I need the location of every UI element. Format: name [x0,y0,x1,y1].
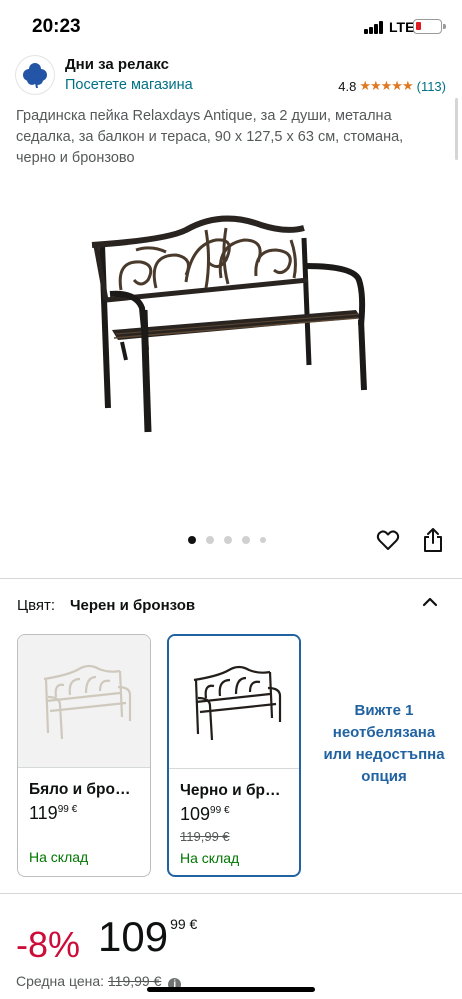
rating-score: 4.8 [338,78,357,94]
product-image[interactable] [76,200,386,450]
section-divider [0,893,462,894]
rating[interactable]: 4.8 ★★★★★ (113) [338,78,446,94]
variant-card-white[interactable]: Бяло и бро… 11999 € На склад [17,634,151,877]
variant-price: 11999 € [29,803,78,823]
pagination-dot[interactable] [206,536,214,544]
pagination-dot[interactable] [224,536,232,544]
share-icon[interactable] [422,527,444,553]
status-bar: 20:23 LTE [0,0,462,52]
signal-icon [364,21,384,34]
price: 109 99 € [98,913,198,960]
image-pagination[interactable] [188,536,276,544]
star-rating-icon: ★★★★★ [359,78,413,93]
color-label: Цвят: [17,597,56,614]
pagination-dot[interactable] [188,536,196,544]
battery-icon [413,19,446,34]
store-name[interactable]: Дни за релакс [65,56,169,73]
unavailable-options-link[interactable]: Вижте 1 неотбелязана или недостъпна опци… [320,700,448,788]
variant-old-price: 119,99 € [180,829,230,844]
variant-image [18,635,150,768]
variant-stock: На склад [180,850,240,866]
section-divider [0,578,462,579]
heart-icon[interactable] [376,528,400,552]
visit-store-link[interactable]: Посетете магазина [65,77,193,93]
variant-name: Бяло и бро… [29,781,131,798]
variant-card-black[interactable]: Черно и бр… 10999 € 119,99 € На склад [167,634,301,877]
clock: 20:23 [32,16,81,37]
clover-icon [23,63,47,89]
product-title: Градинска пейка Relaxdays Antique, за 2 … [16,108,404,166]
pagination-dot[interactable] [260,537,266,543]
variant-stock: На склад [29,849,89,865]
variant-price: 10999 € [180,804,230,824]
pagination-dot[interactable] [242,536,250,544]
chevron-up-icon[interactable] [421,595,439,609]
home-indicator [147,987,315,992]
rating-count[interactable]: (113) [417,79,446,94]
color-value: Черен и бронзов [70,597,196,614]
scroll-indicator [455,98,458,160]
network-type: LTE [389,19,415,35]
variant-image [169,636,299,769]
store-logo[interactable] [16,56,54,94]
variant-name: Черно и бр… [180,782,281,799]
discount-badge: -8% [16,924,81,965]
